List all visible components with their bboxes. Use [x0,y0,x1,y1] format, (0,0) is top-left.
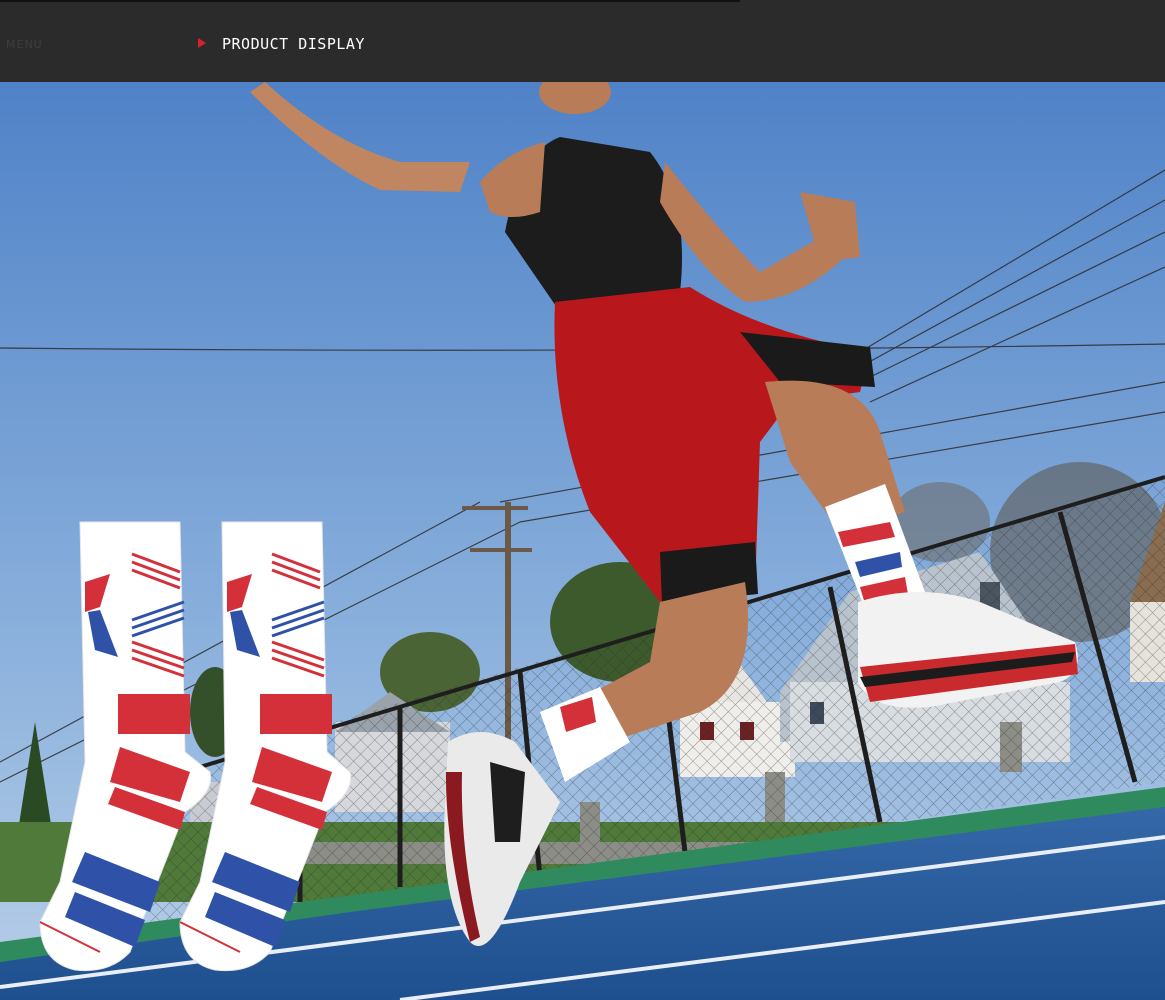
header-divider [0,0,740,2]
product-photo [0,82,1165,1000]
header-faint-label: MENU [6,38,43,51]
play-arrow-icon [198,38,206,48]
section-title: PRODUCT DISPLAY [222,35,365,53]
top-header-bar: MENU PRODUCT DISPLAY [0,0,1165,82]
